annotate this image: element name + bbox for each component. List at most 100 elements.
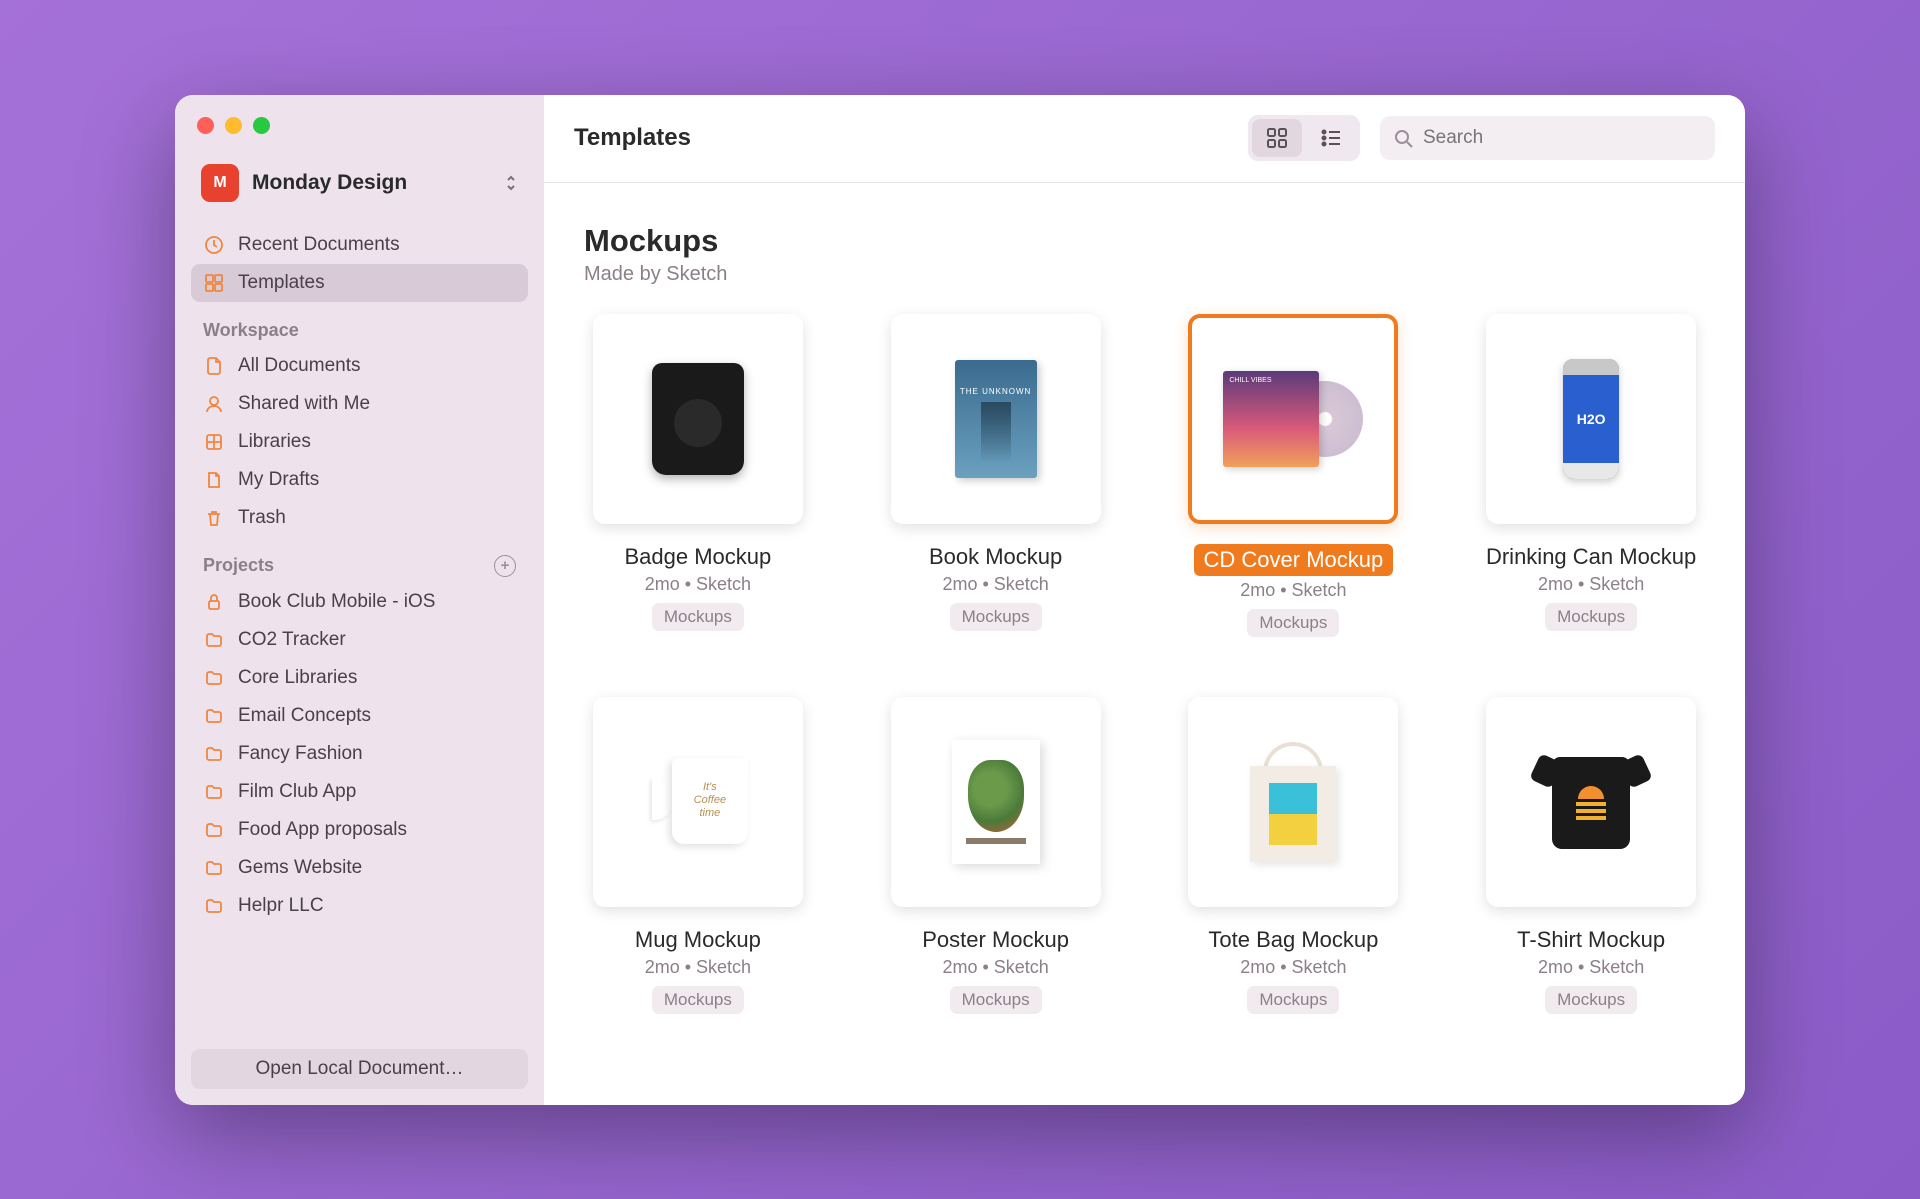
- sidebar-project-item[interactable]: Helpr LLC: [191, 887, 528, 925]
- template-meta: 2mo • Sketch: [645, 957, 751, 978]
- template-name: Tote Bag Mockup: [1208, 927, 1378, 953]
- nav-item-label: Film Club App: [238, 781, 356, 803]
- template-tag: Mockups: [652, 603, 744, 631]
- nav-item-label: Libraries: [238, 431, 311, 453]
- template-thumbnail: [593, 314, 803, 524]
- template-grid: Badge Mockup 2mo • Sketch Mockups THE UN…: [584, 314, 1705, 1014]
- sidebar-project-item[interactable]: Email Concepts: [191, 697, 528, 735]
- section-title: Mockups: [584, 223, 1705, 259]
- list-icon: [1320, 127, 1342, 149]
- template-name: T-Shirt Mockup: [1517, 927, 1665, 953]
- section-subtitle: Made by Sketch: [584, 263, 1705, 286]
- nav-item-label: Email Concepts: [238, 705, 371, 727]
- template-tag: Mockups: [1247, 986, 1339, 1014]
- template-meta: 2mo • Sketch: [1240, 580, 1346, 601]
- nav-item-label: Food App proposals: [238, 819, 407, 841]
- template-tag: Mockups: [1545, 986, 1637, 1014]
- template-card[interactable]: Tote Bag Mockup 2mo • Sketch Mockups: [1180, 697, 1408, 1014]
- template-thumbnail: [891, 697, 1101, 907]
- template-name: Badge Mockup: [624, 544, 771, 570]
- template-card[interactable]: It'sCoffeetime Mug Mockup 2mo • Sketch M…: [584, 697, 812, 1014]
- template-card[interactable]: T-Shirt Mockup 2mo • Sketch Mockups: [1477, 697, 1705, 1014]
- draft-icon: [203, 469, 225, 491]
- nav-item-label: Templates: [238, 272, 325, 294]
- workspace-switcher[interactable]: M Monday Design: [191, 156, 528, 210]
- nav-item-label: All Documents: [238, 355, 361, 377]
- sidebar-item-all-documents[interactable]: All Documents: [191, 347, 528, 385]
- folder-icon: [203, 895, 225, 917]
- search-input[interactable]: [1423, 127, 1701, 149]
- template-meta: 2mo • Sketch: [1538, 957, 1644, 978]
- app-window: M Monday Design Recent Documents Templat…: [175, 95, 1745, 1105]
- template-card[interactable]: Poster Mockup 2mo • Sketch Mockups: [882, 697, 1110, 1014]
- trash-icon: [203, 507, 225, 529]
- sidebar: M Monday Design Recent Documents Templat…: [175, 95, 544, 1105]
- sidebar-item-my-drafts[interactable]: My Drafts: [191, 461, 528, 499]
- folder-icon: [203, 667, 225, 689]
- sidebar-item-recent-documents[interactable]: Recent Documents: [191, 226, 528, 264]
- list-view-button[interactable]: [1306, 119, 1356, 157]
- sidebar-item-libraries[interactable]: Libraries: [191, 423, 528, 461]
- template-card[interactable]: CHILL VIBES CD Cover Mockup 2mo • Sketch…: [1180, 314, 1408, 637]
- template-thumbnail: [1486, 697, 1696, 907]
- folder-icon: [203, 705, 225, 727]
- sidebar-item-templates[interactable]: Templates: [191, 264, 528, 302]
- template-name: Poster Mockup: [922, 927, 1069, 953]
- sidebar-project-item[interactable]: CO2 Tracker: [191, 621, 528, 659]
- template-meta: 2mo • Sketch: [1538, 574, 1644, 595]
- fullscreen-window-button[interactable]: [253, 117, 270, 134]
- content-area: Mockups Made by Sketch Badge Mockup 2mo …: [544, 183, 1745, 1105]
- documents-icon: [203, 355, 225, 377]
- templates-icon: [203, 272, 225, 294]
- template-meta: 2mo • Sketch: [645, 574, 751, 595]
- template-card[interactable]: THE UNKNOWN Book Mockup 2mo • Sketch Moc…: [882, 314, 1110, 637]
- sidebar-item-shared-with-me[interactable]: Shared with Me: [191, 385, 528, 423]
- minimize-window-button[interactable]: [225, 117, 242, 134]
- nav-item-label: Trash: [238, 507, 286, 529]
- person-icon: [203, 393, 225, 415]
- template-meta: 2mo • Sketch: [942, 574, 1048, 595]
- template-thumbnail: THE UNKNOWN: [891, 314, 1101, 524]
- sidebar-project-item[interactable]: Food App proposals: [191, 811, 528, 849]
- nav-item-label: Core Libraries: [238, 667, 357, 689]
- nav-item-label: Recent Documents: [238, 234, 400, 256]
- sidebar-item-trash[interactable]: Trash: [191, 499, 528, 537]
- sidebar-project-item[interactable]: Gems Website: [191, 849, 528, 887]
- folder-icon: [203, 857, 225, 879]
- sidebar-project-item[interactable]: Fancy Fashion: [191, 735, 528, 773]
- sidebar-section-label: Workspace: [203, 320, 299, 341]
- template-meta: 2mo • Sketch: [1240, 957, 1346, 978]
- template-name: CD Cover Mockup: [1194, 544, 1394, 576]
- workspace-icon: M: [201, 164, 239, 202]
- folder-icon: [203, 743, 225, 765]
- template-thumbnail: [1188, 697, 1398, 907]
- template-tag: Mockups: [1247, 609, 1339, 637]
- nav-item-label: Gems Website: [238, 857, 362, 879]
- template-thumbnail: CHILL VIBES: [1188, 314, 1398, 524]
- template-name: Book Mockup: [929, 544, 1062, 570]
- template-name: Mug Mockup: [635, 927, 761, 953]
- view-toggle: [1248, 115, 1360, 161]
- open-local-document-button[interactable]: Open Local Document…: [191, 1049, 528, 1089]
- grid-icon: [1266, 127, 1288, 149]
- grid-view-button[interactable]: [1252, 119, 1302, 157]
- sidebar-section-workspace: Workspace: [191, 302, 528, 347]
- sidebar-project-item[interactable]: Film Club App: [191, 773, 528, 811]
- template-thumbnail: H2O: [1486, 314, 1696, 524]
- window-controls: [191, 117, 528, 156]
- nav-item-label: Book Club Mobile - iOS: [238, 591, 435, 613]
- folder-icon: [203, 781, 225, 803]
- close-window-button[interactable]: [197, 117, 214, 134]
- template-card[interactable]: Badge Mockup 2mo • Sketch Mockups: [584, 314, 812, 637]
- sidebar-project-item[interactable]: Book Club Mobile - iOS: [191, 583, 528, 621]
- nav-item-label: Shared with Me: [238, 393, 370, 415]
- workspace-name: Monday Design: [252, 171, 491, 195]
- sidebar-project-item[interactable]: Core Libraries: [191, 659, 528, 697]
- add-project-button[interactable]: +: [494, 555, 516, 577]
- chevron-updown-icon: [504, 173, 518, 193]
- template-tag: Mockups: [1545, 603, 1637, 631]
- nav-item-label: CO2 Tracker: [238, 629, 346, 651]
- template-card[interactable]: H2O Drinking Can Mockup 2mo • Sketch Moc…: [1477, 314, 1705, 637]
- search-box[interactable]: [1380, 116, 1715, 160]
- template-tag: Mockups: [950, 603, 1042, 631]
